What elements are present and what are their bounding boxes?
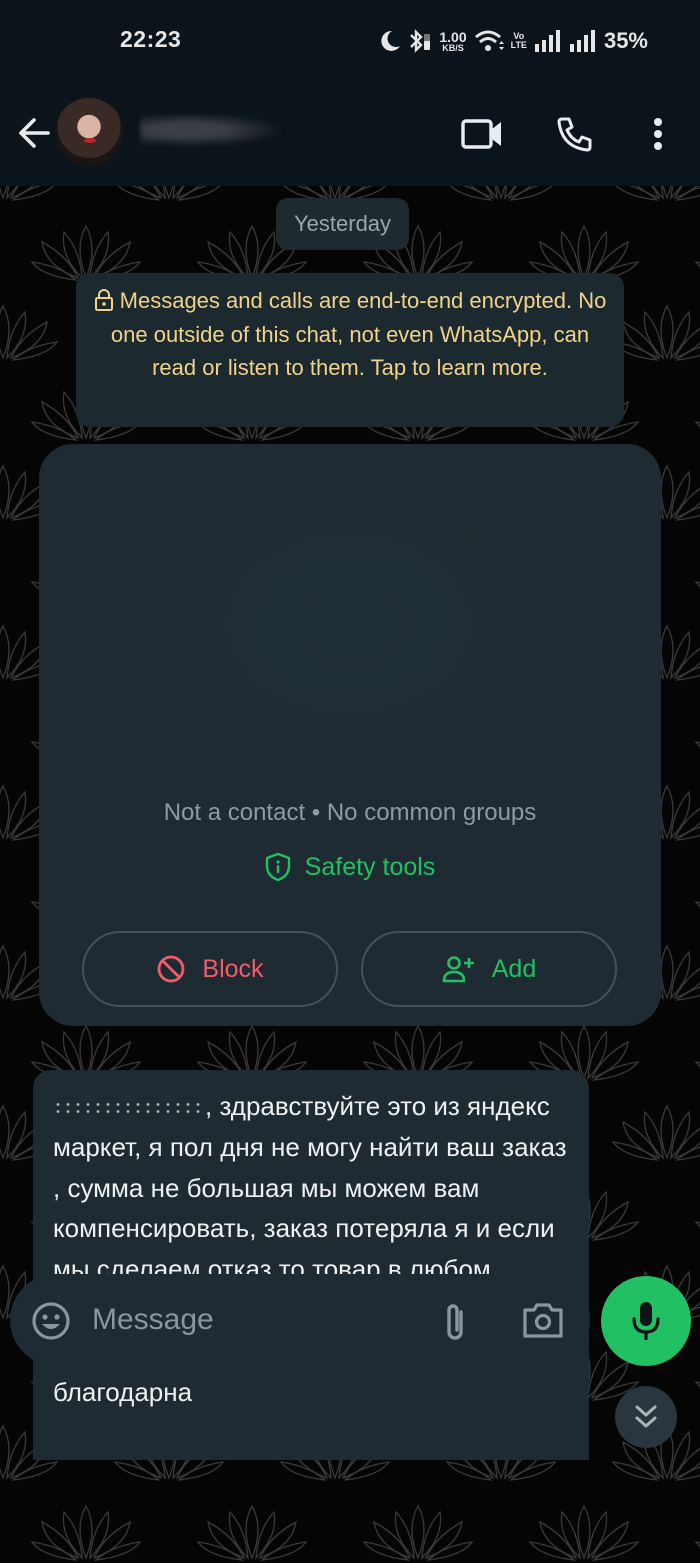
avatar[interactable]: [55, 98, 123, 166]
phone-icon: [557, 117, 592, 152]
block-icon: [158, 955, 185, 983]
emoji-icon: [32, 1302, 70, 1340]
paperclip-icon: [447, 1304, 463, 1340]
shield-info-icon: [265, 852, 290, 882]
clock: 22:23: [120, 26, 182, 52]
camera-button[interactable]: [521, 1300, 565, 1342]
more-vert-icon: [654, 118, 662, 150]
safety-tools-label: Safety tools: [304, 852, 436, 881]
emoji-button[interactable]: [30, 1300, 72, 1342]
message-input[interactable]: [92, 1292, 412, 1348]
wifi-icon: [474, 30, 504, 51]
scroll-to-bottom-button[interactable]: [615, 1386, 677, 1448]
battery-level: 35%: [603, 28, 648, 53]
contact-name[interactable]: [redacted]: [140, 110, 300, 150]
contact-info-line: Not a contact • No common groups: [163, 799, 537, 826]
redacted-name: [53, 1101, 201, 1116]
microphone-icon: [632, 1302, 660, 1340]
back-button[interactable]: [14, 114, 52, 152]
encryption-notice-text: Messages and calls are end-to-end encryp…: [110, 288, 607, 380]
person-add-icon: [442, 956, 474, 983]
voice-call-button[interactable]: [553, 112, 597, 156]
unknown-contact-card: Not a contact • No common groups Safety …: [39, 444, 661, 1026]
signal-icon: [569, 30, 595, 52]
camera-icon: [523, 1303, 563, 1338]
safety-tools-link[interactable]: Safety tools: [39, 852, 661, 882]
date-chip: Yesterday: [276, 198, 410, 250]
block-label: Block: [202, 954, 264, 983]
volte-indicator: Vo LTE: [510, 30, 527, 50]
double-chevron-down-icon: [635, 1405, 657, 1428]
add-contact-button[interactable]: Add: [361, 931, 617, 1007]
lock-icon: [94, 289, 113, 311]
status-bar: 22:23 1.00 KB/S Vo LTE 35%: [0, 0, 700, 80]
more-options-button[interactable]: [636, 112, 680, 156]
encryption-notice[interactable]: Messages and calls are end-to-end encryp…: [76, 273, 624, 427]
block-button[interactable]: Block: [82, 931, 338, 1007]
status-icons: 1.00 KB/S Vo LTE 35%: [379, 24, 648, 58]
moon-icon: [381, 30, 401, 51]
video-call-button[interactable]: [460, 112, 504, 156]
signal-icon: [534, 30, 560, 52]
message-composer: [10, 1274, 590, 1366]
network-speed: 1.00 KB/S: [439, 28, 467, 53]
attach-button[interactable]: [438, 1298, 474, 1344]
chat-header: [redacted]: [0, 80, 700, 186]
bluetooth-icon: [410, 29, 431, 53]
arrow-left-icon: [19, 118, 50, 148]
video-call-icon: [461, 119, 501, 149]
add-label: Add: [491, 954, 537, 983]
voice-message-button[interactable]: [601, 1276, 691, 1366]
redacted-profile-info: [159, 484, 539, 764]
message-bubble-incoming[interactable]: , здравствуйте это из яндекс маркет, я п…: [33, 1070, 589, 1460]
